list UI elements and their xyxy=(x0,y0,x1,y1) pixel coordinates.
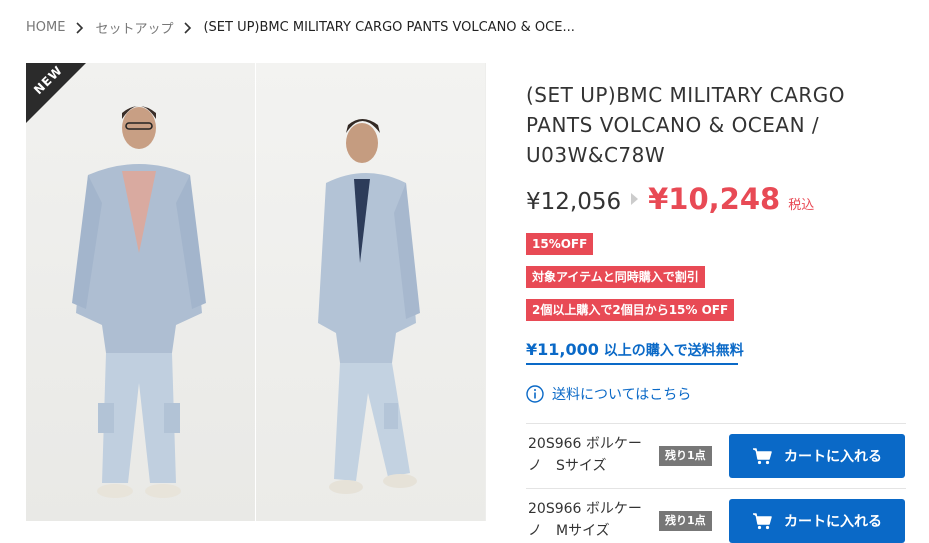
breadcrumb: HOME セットアップ (SET UP)BMC MILITARY CARGO P… xyxy=(26,18,575,37)
shipping-info-link[interactable]: 送料についてはこちら xyxy=(526,384,691,404)
cart-icon xyxy=(753,513,772,530)
free-shipping-notice: ¥11,000 以上の購入で送料無料 xyxy=(526,340,744,365)
free-shipping-text: 以上の購入で送料無料 xyxy=(603,343,744,359)
multi-buy-badge: 2個以上購入で2個目から15% OFF xyxy=(526,299,735,321)
chevron-right-icon xyxy=(184,21,192,34)
add-to-cart-button[interactable]: カートに入れる xyxy=(729,434,905,478)
variant-name-line1: 20S966 ボルケー xyxy=(528,436,642,452)
cart-icon xyxy=(753,448,772,465)
free-shipping-amount: ¥11,000 xyxy=(526,340,599,359)
product-photo-front xyxy=(26,63,255,521)
divider xyxy=(526,423,906,424)
price-arrow-icon xyxy=(631,193,639,205)
variant-name-line2: ノ Mサイズ xyxy=(528,523,610,539)
discount-badge: 15%OFF xyxy=(526,233,594,255)
price-block: ¥12,056 ¥10,248 税込 xyxy=(526,182,814,216)
model-side-illustration xyxy=(318,119,420,494)
stock-badge: 残り1点 xyxy=(659,511,712,531)
add-to-cart-label: カートに入れる xyxy=(784,449,882,465)
add-to-cart-label: カートに入れる xyxy=(784,514,882,530)
variant-name: 20S966 ボルケー ノ Mサイズ xyxy=(528,498,643,542)
product-image[interactable]: NEW xyxy=(26,63,486,521)
chevron-right-icon xyxy=(76,21,84,34)
model-front-illustration xyxy=(72,106,206,498)
breadcrumb-current: (SET UP)BMC MILITARY CARGO PANTS VOLCANO… xyxy=(203,20,575,35)
shipping-info-label: 送料についてはこちら xyxy=(552,387,692,403)
product-title: (SET UP)BMC MILITARY CARGO PANTS VOLCANO… xyxy=(526,83,846,167)
divider xyxy=(526,488,906,489)
tax-label: 税込 xyxy=(788,198,815,213)
info-icon xyxy=(526,385,544,403)
add-to-cart-button[interactable]: カートに入れる xyxy=(729,499,905,543)
variant-name-line1: 20S966 ボルケー xyxy=(528,501,642,517)
original-price: ¥12,056 xyxy=(526,189,622,215)
sale-price: ¥10,248 xyxy=(648,182,781,216)
stock-badge: 残り1点 xyxy=(659,446,712,466)
bundle-discount-badge[interactable]: 対象アイテムと同時購入で割引 xyxy=(526,266,705,288)
breadcrumb-setup-link[interactable]: セットアップ xyxy=(95,18,173,37)
product-photo-side xyxy=(256,63,485,521)
breadcrumb-home-link[interactable]: HOME xyxy=(26,20,65,35)
variant-name: 20S966 ボルケー ノ Sサイズ xyxy=(528,433,643,477)
variant-name-line2: ノ Sサイズ xyxy=(528,458,607,474)
